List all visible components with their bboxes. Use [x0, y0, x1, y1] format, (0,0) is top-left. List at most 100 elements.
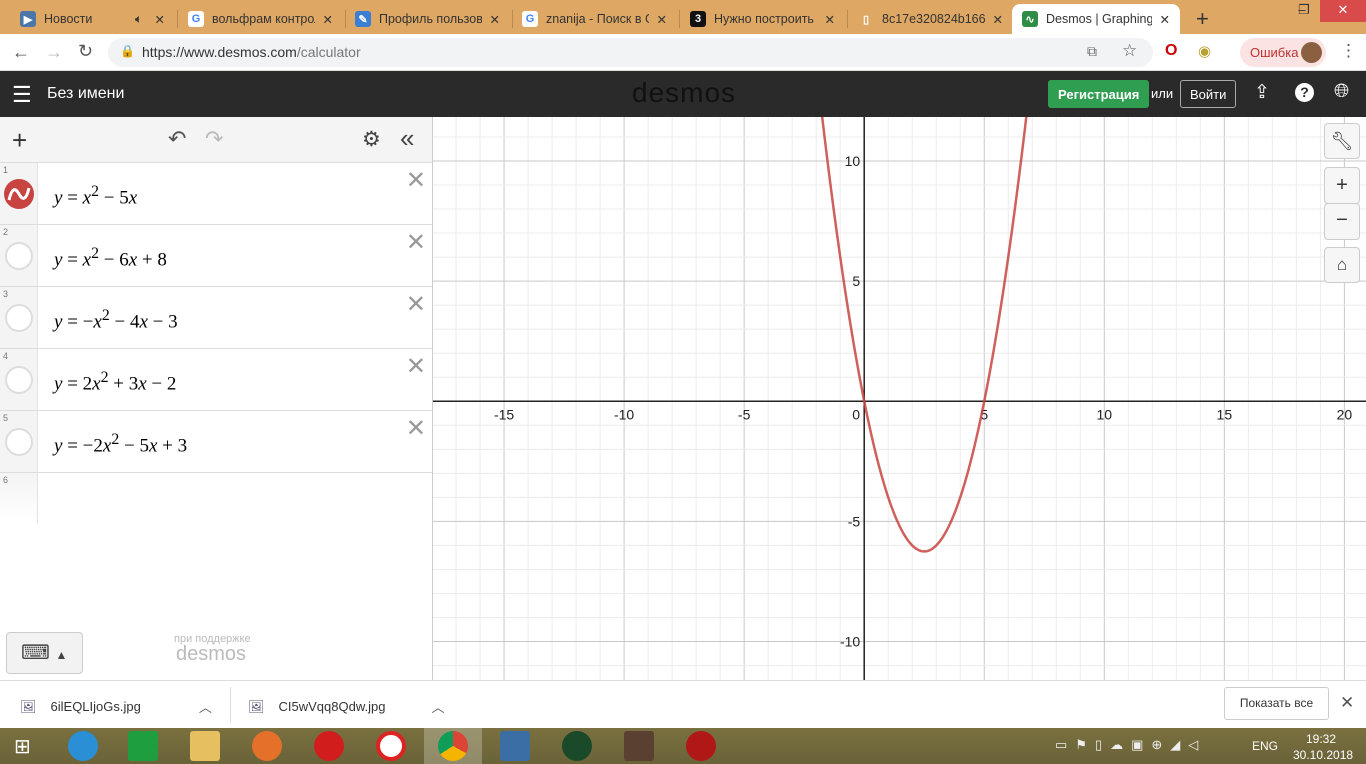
- file-explorer-icon[interactable]: [190, 731, 220, 761]
- login-button[interactable]: Войти: [1180, 80, 1237, 108]
- close-tab-icon[interactable]: ✕: [323, 12, 333, 27]
- expression-math[interactable]: y = −2x2 − 5x + 3: [54, 431, 187, 457]
- google-icon: G: [522, 11, 538, 27]
- close-tab-icon[interactable]: ✕: [490, 12, 500, 27]
- clock-time[interactable]: 19:32: [1306, 732, 1336, 746]
- expression-row[interactable]: 2 y = x2 − 6x + 8 ✕: [0, 225, 432, 287]
- redo-button[interactable]: ↷: [205, 126, 223, 152]
- close-tab-icon[interactable]: ✕: [155, 12, 165, 27]
- graph-title[interactable]: Без имени: [47, 85, 124, 103]
- expression-row[interactable]: 4 y = 2x2 + 3x − 2 ✕: [0, 349, 432, 411]
- browser-tab[interactable]: ▶ Новости 🔈︎ ✕: [10, 4, 175, 34]
- collapse-list-button[interactable]: «: [400, 123, 414, 154]
- delete-expression-icon[interactable]: ✕: [406, 355, 426, 379]
- delete-expression-icon[interactable]: ✕: [406, 231, 426, 255]
- show-all-downloads-button[interactable]: Показать все: [1224, 687, 1329, 720]
- graph-visibility-toggle-icon[interactable]: [5, 366, 33, 394]
- game-icon[interactable]: [500, 731, 530, 761]
- add-expression-button[interactable]: +: [12, 125, 27, 156]
- graph-visibility-toggle-icon[interactable]: [5, 242, 33, 270]
- expression-row[interactable]: 1 y = x2 − 5x ✕: [0, 163, 432, 225]
- browser-tab[interactable]: Gвольфрам контрол ✕: [178, 4, 343, 34]
- close-tab-icon[interactable]: ✕: [825, 12, 835, 27]
- windows-start-icon[interactable]: ⊞: [14, 734, 31, 759]
- undo-button[interactable]: ↶: [168, 126, 186, 152]
- utorrent-icon[interactable]: [562, 731, 592, 761]
- opera-extension-icon[interactable]: O: [1165, 42, 1177, 60]
- graph-settings-wrench-button[interactable]: 🔧︎: [1324, 123, 1360, 159]
- browser-tab[interactable]: ✎ Профиль пользова ✕: [345, 4, 510, 34]
- document-icon: ▯: [858, 11, 874, 27]
- profile-button[interactable]: Ошибка: [1240, 38, 1326, 67]
- keyboard-toggle-button[interactable]: ⌨ ▲: [6, 632, 83, 674]
- internet-explorer-icon[interactable]: [68, 731, 98, 761]
- help-icon[interactable]: ?: [1295, 83, 1314, 102]
- graph-visibility-toggle-icon[interactable]: [5, 428, 33, 456]
- audio-playing-icon[interactable]: 🔈︎: [135, 12, 143, 27]
- reload-button[interactable]: ↻: [78, 41, 93, 62]
- opera-icon[interactable]: [314, 731, 344, 761]
- tab-title: znanija - Поиск в G: [546, 12, 649, 26]
- close-tab-icon[interactable]: ✕: [1160, 12, 1170, 27]
- extension-icon[interactable]: ◉: [1198, 42, 1211, 60]
- url-text[interactable]: https://www.desmos.com/calculator: [142, 44, 361, 60]
- chevron-up-icon[interactable]: ︿: [199, 697, 212, 716]
- chrome-icon[interactable]: [438, 731, 468, 761]
- delete-expression-icon[interactable]: ✕: [406, 417, 426, 441]
- globe-icon[interactable]: 🌐︎: [1334, 81, 1349, 103]
- register-button[interactable]: Регистрация: [1048, 80, 1150, 108]
- profile-label: Ошибка: [1250, 45, 1299, 60]
- browser-tab[interactable]: ∿ Desmos | Graphing ✕: [1012, 4, 1180, 34]
- expression-row[interactable]: 5 y = −2x2 − 5x + 3 ✕: [0, 411, 432, 473]
- share-icon[interactable]: ⇪: [1254, 81, 1270, 104]
- chevron-up-icon[interactable]: ︿: [431, 697, 444, 716]
- system-tray-icons[interactable]: ▭⚑▯☁▣⊕◢◁: [1055, 737, 1206, 753]
- desmos-logo: desmos: [632, 77, 737, 108]
- expression-number: 4: [3, 351, 9, 361]
- close-window-button[interactable]: ✕: [1320, 0, 1366, 22]
- graph-svg[interactable]: -15 -10 -5 0 5 10 15 20-10-5510: [433, 73, 1366, 680]
- download-item[interactable]: 🖼︎ CI5wVqq8Qdw.jpg ︿: [248, 697, 444, 716]
- close-tab-icon[interactable]: ✕: [993, 12, 1003, 27]
- empty-expression-row[interactable]: 6: [0, 473, 432, 523]
- lock-icon: 🔒: [120, 44, 135, 58]
- expression-math[interactable]: y = x2 − 6x + 8: [54, 245, 167, 271]
- home-zoom-button[interactable]: ⌂: [1324, 247, 1360, 283]
- menu-kebab-icon[interactable]: ⋮: [1340, 41, 1357, 61]
- browser-tab[interactable]: ▯ 8c17e320824b1668 ✕: [848, 4, 1013, 34]
- delete-expression-icon[interactable]: ✕: [406, 169, 426, 193]
- clock-date[interactable]: 30.10.2018: [1293, 748, 1353, 762]
- new-tab-button[interactable]: +: [1186, 4, 1219, 34]
- back-button[interactable]: ←: [12, 42, 30, 63]
- x-tick-label: -10: [614, 406, 634, 422]
- graph-visibility-toggle-icon[interactable]: [5, 304, 33, 332]
- expression-row[interactable]: 3 y = −x2 − 4x − 3 ✕: [0, 287, 432, 349]
- close-tab-icon[interactable]: ✕: [657, 12, 667, 27]
- browser-tab[interactable]: 3 Нужно построить ✕: [680, 4, 845, 34]
- game-icon[interactable]: [624, 731, 654, 761]
- expression-math[interactable]: y = x2 − 5x: [54, 183, 137, 209]
- expression-math[interactable]: y = −x2 − 4x − 3: [54, 307, 178, 333]
- expression-gutter: 2: [0, 225, 38, 286]
- download-item[interactable]: 🖼︎ 6ilEQLIjoGs.jpg ︿: [20, 697, 212, 716]
- expression-number: 6: [3, 475, 9, 485]
- language-indicator[interactable]: ENG: [1252, 739, 1278, 753]
- expression-math[interactable]: y = 2x2 + 3x − 2: [54, 369, 176, 395]
- graph-paper[interactable]: -15 -10 -5 0 5 10 15 20 -10 -5 5 10 🔧︎ + − ⌂: [433, 73, 1366, 680]
- firefox-icon[interactable]: [252, 731, 282, 761]
- settings-gear-icon[interactable]: ⚙: [362, 127, 381, 152]
- app-icon[interactable]: [686, 731, 716, 761]
- yandex-browser-icon[interactable]: [376, 731, 406, 761]
- browser-tab[interactable]: Gznanija - Поиск в G ✕: [512, 4, 677, 34]
- close-download-bar-icon[interactable]: ✕: [1340, 693, 1354, 713]
- bookmark-star-icon[interactable]: ☆: [1122, 41, 1137, 61]
- tab-title: Нужно построить: [714, 12, 814, 26]
- graph-visibility-toggle-icon[interactable]: [4, 179, 34, 209]
- translate-icon[interactable]: ⧉: [1087, 43, 1097, 60]
- zoom-in-button[interactable]: +: [1324, 167, 1360, 204]
- hamburger-menu-icon[interactable]: ☰: [12, 82, 32, 108]
- store-icon[interactable]: [128, 731, 158, 761]
- zoom-out-button[interactable]: −: [1324, 203, 1360, 240]
- delete-expression-icon[interactable]: ✕: [406, 293, 426, 317]
- forward-button[interactable]: →: [45, 42, 63, 63]
